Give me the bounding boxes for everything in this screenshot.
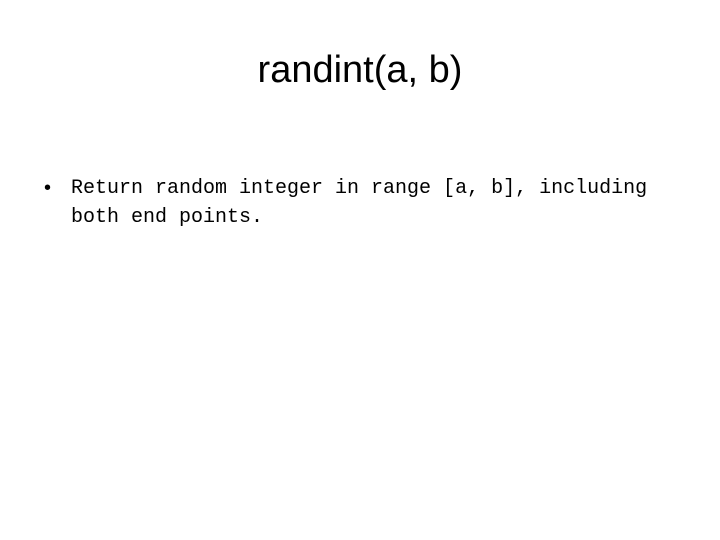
slide-title: randint(a, b) [257,49,463,91]
bullet-list: • Return random integer in range [a, b],… [44,174,684,232]
bullet-item: • Return random integer in range [a, b],… [44,174,684,232]
bullet-text: Return random integer in range [a, b], i… [71,177,648,229]
bullet-icon: • [44,177,52,199]
